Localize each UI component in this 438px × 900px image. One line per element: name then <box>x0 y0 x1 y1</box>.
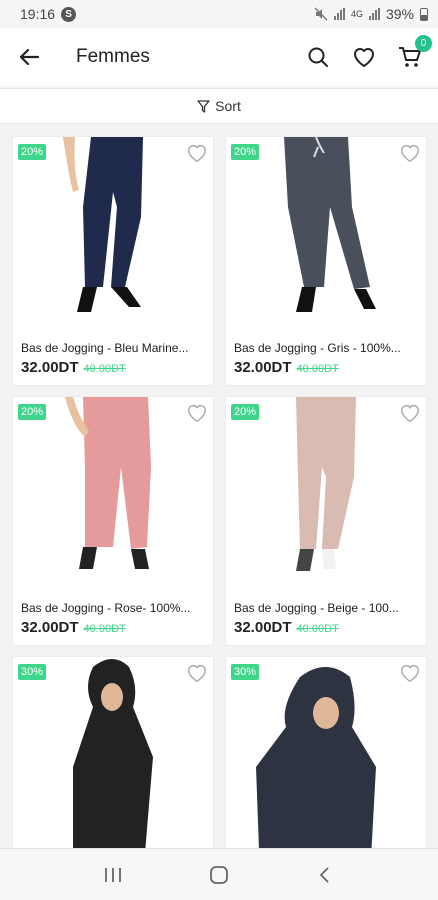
heart-icon <box>354 48 374 67</box>
discount-badge: 20% <box>231 404 260 420</box>
sort-label: Sort <box>215 98 241 114</box>
product-old-price: 40.00DT <box>296 623 339 635</box>
product-image <box>226 137 426 327</box>
battery-icon <box>420 7 428 21</box>
wishlist-button[interactable] <box>352 45 376 69</box>
discount-badge: 20% <box>18 144 47 160</box>
product-card[interactable]: 20% Bas de Jogging - Bleu Marine... 32.0… <box>12 136 214 386</box>
product-old-price: 40.00DT <box>83 623 126 635</box>
back-nav-icon[interactable] <box>315 865 335 885</box>
discount-badge: 20% <box>18 404 47 420</box>
heart-outline-icon[interactable] <box>186 142 208 164</box>
signal-icon-2 <box>368 8 380 20</box>
product-grid: 20% Bas de Jogging - Bleu Marine... 32.0… <box>12 136 428 876</box>
product-price: 32.00DT <box>21 619 79 636</box>
product-name: Bas de Jogging - Bleu Marine... <box>21 341 189 355</box>
product-image <box>13 397 213 587</box>
cart-button[interactable]: 0 <box>398 35 432 69</box>
discount-badge: 20% <box>231 144 260 160</box>
arrow-left-icon <box>19 48 40 66</box>
product-price: 32.00DT <box>21 359 79 376</box>
network-type: 4G <box>350 9 363 19</box>
page-title: Femmes <box>76 46 150 67</box>
product-card[interactable]: 30% <box>225 656 427 876</box>
discount-badge: 30% <box>18 664 47 680</box>
product-price: 32.00DT <box>234 619 292 636</box>
heart-outline-icon[interactable] <box>399 402 421 424</box>
cart-count-badge: 0 <box>415 35 432 52</box>
product-name: Bas de Jogging - Gris - 100%... <box>234 341 401 355</box>
heart-outline-icon[interactable] <box>186 662 208 684</box>
heart-outline-icon[interactable] <box>186 402 208 424</box>
recent-apps-icon[interactable] <box>103 866 123 884</box>
product-name: Bas de Jogging - Rose- 100%... <box>21 601 191 615</box>
discount-badge: 30% <box>231 664 260 680</box>
product-card[interactable]: 20% Bas de Jogging - Gris - 100%... 32.0… <box>225 136 427 386</box>
product-name: Bas de Jogging - Beige - 100... <box>234 601 399 615</box>
product-card[interactable]: 20% Bas de Jogging - Beige - 100... 32.0… <box>225 396 427 646</box>
product-price: 32.00DT <box>234 359 292 376</box>
product-image <box>13 657 213 875</box>
system-nav-bar <box>0 848 438 900</box>
mute-icon <box>314 7 328 21</box>
status-time: 19:16 <box>20 6 56 22</box>
heart-outline-icon[interactable] <box>399 662 421 684</box>
search-icon <box>308 47 328 67</box>
product-old-price: 40.00DT <box>296 363 339 375</box>
product-image <box>226 397 426 587</box>
search-button[interactable] <box>306 45 330 69</box>
filter-icon <box>197 99 210 113</box>
battery-percent: 39% <box>385 6 414 22</box>
status-bar: 19:16 S 4G 39% <box>0 0 438 28</box>
sort-button[interactable]: Sort <box>0 88 438 124</box>
back-button[interactable] <box>16 44 42 70</box>
heart-outline-icon[interactable] <box>399 142 421 164</box>
product-image <box>226 657 426 875</box>
home-icon[interactable] <box>209 865 229 885</box>
product-card[interactable]: 20% Bas de Jogging - Rose- 100%... 32.00… <box>12 396 214 646</box>
product-old-price: 40.00DT <box>83 363 126 375</box>
product-card[interactable]: 30% <box>12 656 214 876</box>
app-bar: Femmes 0 <box>0 28 438 86</box>
notification-icon: S <box>61 6 77 22</box>
product-image <box>13 137 213 327</box>
signal-icon <box>333 8 345 20</box>
